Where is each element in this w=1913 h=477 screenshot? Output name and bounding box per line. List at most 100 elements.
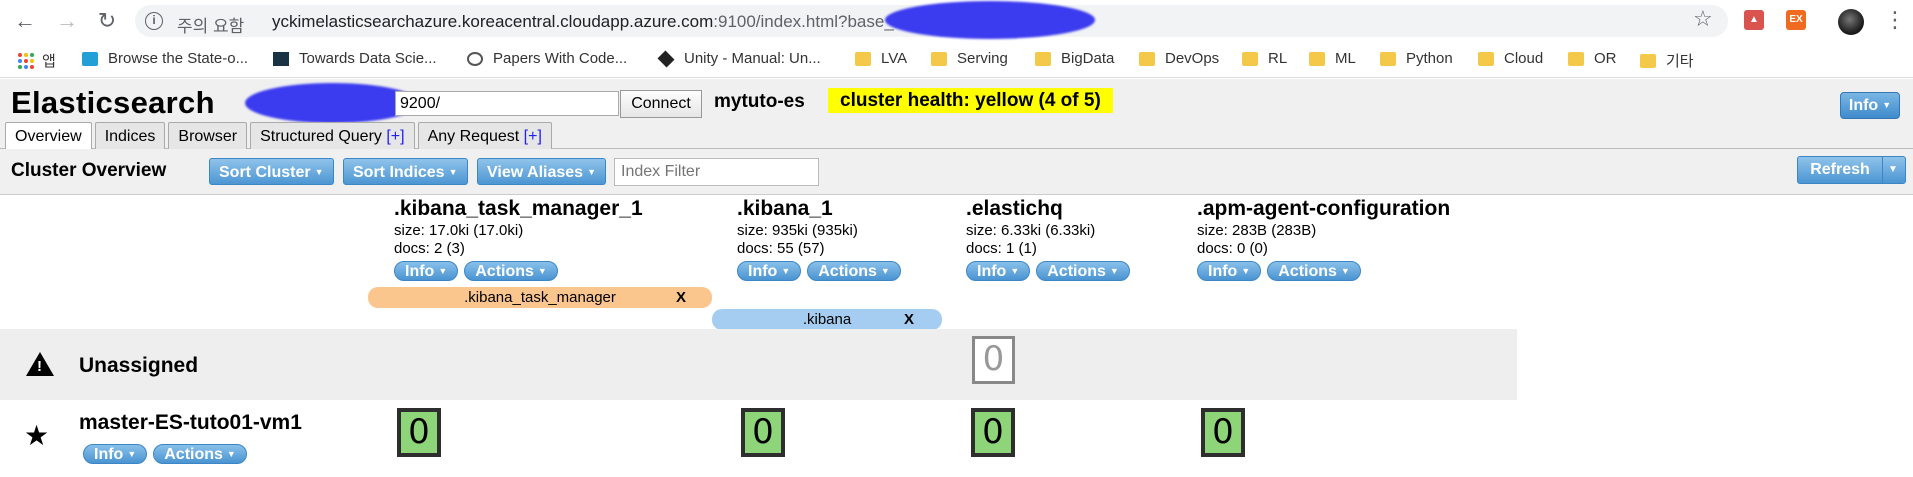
index-filter-input[interactable] [614, 158, 819, 186]
bookmark-folder-ml[interactable]: ML [1309, 50, 1356, 67]
alias-kibana[interactable]: .kibana X [712, 309, 942, 330]
reload-icon[interactable]: ↻ [94, 8, 120, 34]
unassigned-shard[interactable]: 0 [972, 336, 1015, 384]
index-actions-button[interactable]: Actions ▼ [1267, 261, 1361, 281]
unassigned-row [0, 329, 1517, 400]
forward-arrow-icon[interactable]: → [54, 8, 80, 34]
paperswithcode-icon [82, 51, 98, 66]
index-info-button[interactable]: Info ▼ [394, 261, 459, 281]
caret-down-icon: ▼ [1241, 266, 1251, 276]
alias-remove-button[interactable]: X [676, 287, 686, 308]
bookmark-label: LVA [881, 50, 908, 67]
info-circle-icon[interactable]: i [145, 12, 163, 30]
node-info-button[interactable]: Info ▼ [83, 444, 148, 464]
button-label: Actions [1047, 263, 1106, 280]
bookmark-apps[interactable]: 앱 [18, 50, 56, 71]
tab-plus: [+] [386, 128, 405, 145]
index-actions-button[interactable]: Actions ▼ [1036, 261, 1130, 281]
bookmark-browse-state[interactable]: Browse the State-o... [82, 50, 248, 67]
address-bar[interactable]: i 주의 요함 yckimelasticsearchazure.koreacen… [135, 1, 1728, 39]
node-actions-button[interactable]: Actions ▼ [153, 444, 247, 464]
alias-remove-button[interactable]: X [904, 309, 914, 330]
button-label: Actions [1278, 263, 1337, 280]
unity-icon [657, 50, 675, 67]
node-buttons: Info ▼ Actions ▼ [83, 444, 247, 464]
tab-any-request[interactable]: Any Request [+] [417, 122, 552, 150]
tab-indices[interactable]: Indices [94, 122, 166, 150]
folder-icon [1242, 51, 1258, 66]
profile-avatar[interactable] [1838, 9, 1864, 35]
app-header: Elasticsearch Connect mytuto-es cluster … [0, 79, 1913, 151]
index-actions-button[interactable]: Actions ▼ [464, 261, 558, 281]
refresh-button[interactable]: Refresh ▼ [1797, 156, 1906, 184]
bookmark-folder-or[interactable]: OR [1568, 50, 1617, 67]
bookmark-label: Papers With Code... [493, 50, 628, 67]
bookmark-label: Serving [957, 50, 1008, 67]
folder-icon [931, 51, 947, 66]
bookmarks-bar: 앱 Browse the State-o... Towards Data Sci… [0, 42, 1913, 78]
cluster-overview-title: Cluster Overview [11, 160, 167, 181]
index-name: .apm-agent-configuration [1197, 197, 1451, 220]
index-info-button[interactable]: Info ▼ [737, 261, 802, 281]
folder-icon [1035, 51, 1051, 66]
bookmark-towards-data-science[interactable]: Towards Data Scie... [273, 50, 437, 67]
tab-overview[interactable]: Overview [5, 122, 92, 151]
divider [1882, 157, 1883, 183]
bookmark-folder-bigdata[interactable]: BigData [1035, 50, 1114, 67]
bookmark-papers-with-code[interactable]: Papers With Code... [467, 50, 627, 67]
bookmark-label: RL [1268, 50, 1288, 67]
caret-down-icon: ▼ [537, 266, 547, 276]
bookmark-label: Unity - Manual: Un... [684, 50, 821, 67]
bookmark-folder-etc[interactable]: 기타 [1640, 50, 1694, 71]
bookmark-unity-manual[interactable]: Unity - Manual: Un... [657, 50, 821, 67]
tab-browser[interactable]: Browser [168, 122, 248, 150]
connect-button[interactable]: Connect [620, 90, 702, 118]
folder-icon [1380, 51, 1396, 66]
pdf-extension-icon[interactable]: ▲ [1744, 10, 1764, 30]
caret-down-icon: ▼ [781, 266, 791, 276]
shard-elastichq[interactable]: 0 [971, 408, 1015, 457]
bookmark-star-icon[interactable]: ☆ [1693, 6, 1713, 32]
index-info-button[interactable]: Info ▼ [966, 261, 1031, 281]
tab-label: Any Request [427, 128, 524, 145]
cluster-url-input[interactable] [395, 91, 619, 116]
shard-kibana-task-manager[interactable]: 0 [397, 408, 441, 457]
cluster-health-badge: cluster health: yellow (4 of 5) [828, 88, 1113, 113]
bookmark-folder-serving[interactable]: Serving [931, 50, 1008, 67]
index-name: .kibana_1 [737, 197, 833, 220]
tab-structured-query[interactable]: Structured Query [+] [250, 122, 415, 150]
button-label: Actions [475, 263, 534, 280]
url-text: yckimelasticsearchazure.koreacentral.clo… [272, 12, 903, 32]
bookmark-folder-devops[interactable]: DevOps [1139, 50, 1219, 67]
towards-data-science-icon [273, 51, 289, 66]
menu-kebab-icon[interactable]: ⋮ [1884, 7, 1906, 33]
index-actions-button[interactable]: Actions ▼ [807, 261, 901, 281]
header-info-button[interactable]: Info ▼ [1840, 92, 1900, 119]
es-head-app: Elasticsearch Connect mytuto-es cluster … [0, 79, 1913, 477]
alias-kibana-task-manager[interactable]: .kibana_task_manager X [368, 287, 712, 308]
bookmark-folder-lva[interactable]: LVA [855, 50, 907, 67]
bookmark-folder-cloud[interactable]: Cloud [1478, 50, 1543, 67]
bookmark-label: BigData [1061, 50, 1115, 67]
tab-label: Indices [104, 128, 156, 145]
ex-extension-icon[interactable]: EX [1786, 10, 1806, 30]
button-label: View Aliases [487, 164, 584, 181]
bookmark-folder-rl[interactable]: RL [1242, 50, 1287, 67]
sort-cluster-button[interactable]: Sort Cluster ▼ [209, 158, 334, 185]
tab-bar: Overview Indices Browser Structured Quer… [5, 122, 552, 151]
index-docs: docs: 0 (0) [1197, 240, 1268, 257]
bookmark-folder-python[interactable]: Python [1380, 50, 1453, 67]
back-arrow-icon[interactable]: ← [12, 8, 38, 34]
bookmark-label: 기타 [1666, 53, 1694, 70]
caret-down-icon: ▼ [226, 449, 236, 459]
sort-indices-button[interactable]: Sort Indices ▼ [343, 158, 468, 185]
caret-down-icon[interactable]: ▼ [1888, 157, 1898, 183]
apps-icon [18, 52, 34, 69]
index-info-button[interactable]: Info ▼ [1197, 261, 1262, 281]
caret-down-icon: ▼ [127, 449, 137, 459]
master-node-star-icon: ★ [24, 420, 50, 451]
shard-apm-agent-configuration[interactable]: 0 [1201, 408, 1245, 457]
view-aliases-button[interactable]: View Aliases ▼ [477, 158, 606, 185]
bookmark-label: Browse the State-o... [108, 50, 249, 67]
shard-kibana[interactable]: 0 [741, 408, 785, 457]
